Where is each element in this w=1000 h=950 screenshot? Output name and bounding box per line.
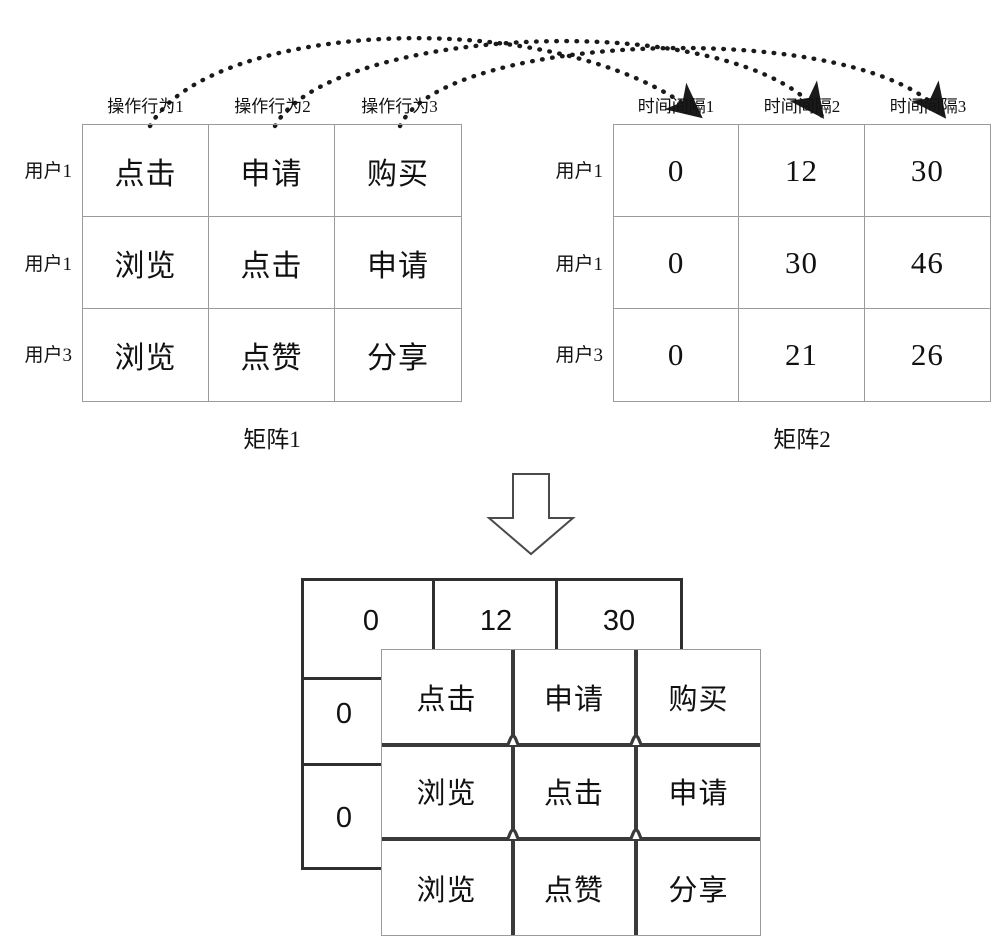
matrix1-cell: 浏览	[83, 217, 209, 309]
matrix2-cell: 30	[864, 125, 990, 217]
back-table-line	[301, 578, 683, 581]
back-table-line	[555, 578, 558, 650]
front-table-cell: 点击	[543, 778, 604, 810]
connector-arcs	[147, 35, 947, 129]
matrix2-table: 0 12 30 0 30 46 0 21 26	[613, 124, 991, 402]
back-table-line	[301, 677, 383, 680]
down-block-arrow-icon	[486, 473, 576, 556]
matrix2-column-header-2: 时间间隔2	[763, 97, 841, 116]
back-table-value: 30	[602, 605, 636, 637]
back-table-value: 0	[335, 698, 353, 730]
matrix2-row-label-1: 用户1	[555, 161, 603, 182]
front-table-cell: 浏览	[416, 874, 477, 907]
matrix2-cell: 46	[864, 217, 990, 309]
matrix1-cell: 申请	[335, 217, 461, 309]
front-table-cell: 分享	[668, 874, 729, 907]
front-table-cell: 申请	[668, 778, 729, 810]
back-table-value: 0	[362, 605, 380, 637]
front-table-cell: 购买	[668, 683, 729, 716]
merged-front-table: 点击 申请 购买 浏览 点击 申请 浏览 点赞 分享	[381, 649, 761, 936]
matrix2-row-label-2: 用户1	[555, 254, 603, 275]
matrix2-caption: 矩阵2	[773, 427, 831, 452]
front-table-cell: 点击	[416, 683, 477, 716]
matrix1-cell: 购买	[335, 125, 461, 217]
back-table-line	[301, 578, 304, 870]
front-table-cell: 申请	[543, 683, 604, 716]
back-table-line	[680, 578, 683, 650]
matrix2-cell: 12	[739, 125, 865, 217]
back-table-line	[301, 867, 383, 870]
matrix1-caption: 矩阵1	[243, 427, 301, 452]
matrix2-column-header-1: 时间间隔1	[637, 97, 715, 116]
back-table-value: 0	[335, 802, 353, 834]
matrix2-cell: 21	[739, 309, 865, 401]
diagram-canvas: 操作行为1 操作行为2 操作行为3 用户1 用户1 用户3 点击 申请 购买 浏…	[0, 0, 1000, 950]
back-table-line	[432, 578, 435, 650]
matrix1-column-header-1: 操作行为1	[107, 97, 184, 116]
matrix2-column-header-3: 时间间隔3	[889, 97, 967, 116]
matrix2-cell: 0	[614, 125, 740, 217]
matrix1-cell: 点击	[83, 125, 209, 217]
matrix2-cell: 0	[614, 309, 740, 401]
matrix1-row-label-3: 用户3	[24, 345, 72, 366]
matrix1-cell: 浏览	[83, 309, 209, 401]
matrix1-cell: 点击	[209, 217, 335, 309]
matrix1-cell: 分享	[367, 342, 429, 375]
back-table-line	[301, 763, 383, 766]
matrix1-cell: 点赞	[209, 309, 335, 401]
back-table-value: 12	[479, 605, 513, 637]
matrix1-table: 点击 申请 购买 浏览 点击 申请 浏览 点赞 分享	[82, 124, 462, 402]
matrix2-row-label-3: 用户3	[555, 345, 603, 366]
front-table-cell: 点赞	[543, 874, 604, 907]
matrix1-row-label-1: 用户1	[24, 161, 72, 182]
matrix2-cell: 26	[910, 337, 944, 372]
matrix1-cell: 申请	[209, 125, 335, 217]
front-table-cell: 浏览	[416, 778, 477, 810]
matrix2-cell: 0	[614, 217, 740, 309]
matrix1-column-header-2: 操作行为2	[234, 97, 311, 116]
matrix2-cell: 30	[739, 217, 865, 309]
matrix1-column-header-3: 操作行为3	[361, 97, 438, 116]
matrix1-row-label-2: 用户1	[24, 254, 72, 275]
